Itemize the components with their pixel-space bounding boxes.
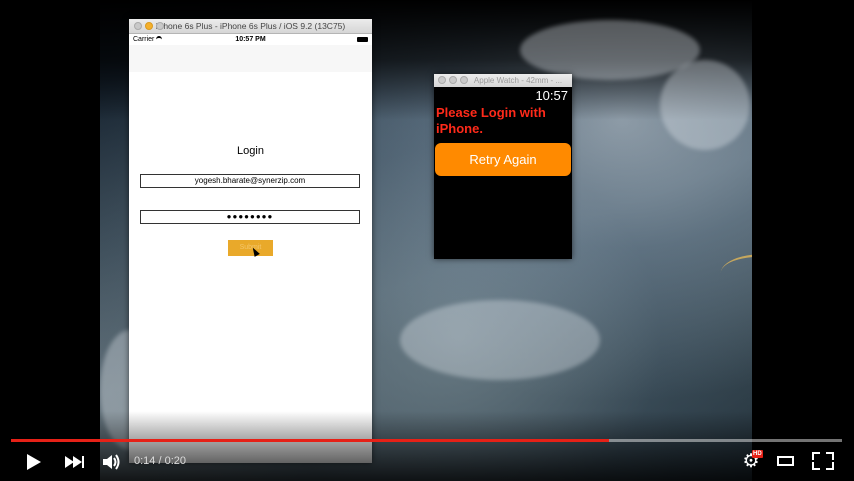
iphone-simulator-window: iPhone 6s Plus - iPhone 6s Plus / iOS 9.… — [129, 19, 372, 463]
close-icon[interactable] — [134, 22, 142, 30]
watch-title: Apple Watch - 42mm - ... — [473, 76, 563, 85]
time-readout: 0:14 / 0:20 — [134, 455, 186, 467]
retry-button[interactable]: Retry Again — [435, 143, 571, 176]
progress-bar[interactable] — [11, 439, 842, 442]
navigation-bar — [129, 45, 372, 72]
river-graphic — [716, 246, 752, 317]
password-field[interactable]: ●●●●●●●● — [140, 210, 360, 224]
duration: 0:20 — [164, 455, 187, 467]
watch-message: Please Login with iPhone. — [436, 105, 546, 136]
controls-overlay — [0, 411, 854, 481]
simulator-titlebar[interactable]: iPhone 6s Plus - iPhone 6s Plus / iOS 9.… — [129, 19, 372, 34]
status-time: 10:57 PM — [235, 36, 266, 43]
login-title: Login — [237, 145, 264, 157]
battery-icon — [357, 37, 368, 42]
fullscreen-icon[interactable] — [812, 452, 834, 472]
status-bar: Carrier 10:57 PM — [129, 34, 372, 45]
next-icon[interactable] — [64, 452, 86, 472]
zoom-icon[interactable] — [156, 22, 164, 30]
cloud — [520, 20, 700, 80]
simulator-title: iPhone 6s Plus - iPhone 6s Plus / iOS 9.… — [155, 21, 346, 31]
cloud — [660, 60, 750, 150]
current-time: 0:14 — [134, 455, 156, 467]
minimize-icon[interactable] — [145, 22, 153, 30]
apple-watch-window: Apple Watch - 42mm - ... 10:57 Please Lo… — [434, 74, 572, 259]
hd-badge: HD — [752, 450, 763, 458]
theater-icon[interactable] — [776, 452, 798, 472]
fs-corner — [826, 462, 834, 470]
watch-titlebar[interactable]: Apple Watch - 42mm - ... — [434, 74, 572, 87]
email-field[interactable]: yogesh.bharate@synerzip.com — [140, 174, 360, 188]
fs-corner — [812, 462, 820, 470]
fs-corner — [826, 452, 834, 460]
close-icon[interactable] — [438, 76, 446, 84]
progress-played — [11, 439, 610, 442]
volume-glyph — [103, 454, 120, 470]
minimize-icon[interactable] — [449, 76, 457, 84]
cloud — [400, 300, 600, 380]
fs-corner — [812, 452, 820, 460]
play-icon[interactable] — [24, 452, 46, 472]
zoom-icon[interactable] — [460, 76, 468, 84]
volume-icon[interactable] — [101, 452, 123, 472]
watch-time: 10:57 — [535, 88, 568, 103]
time-separator: / — [155, 455, 165, 467]
next-bar — [82, 456, 84, 468]
